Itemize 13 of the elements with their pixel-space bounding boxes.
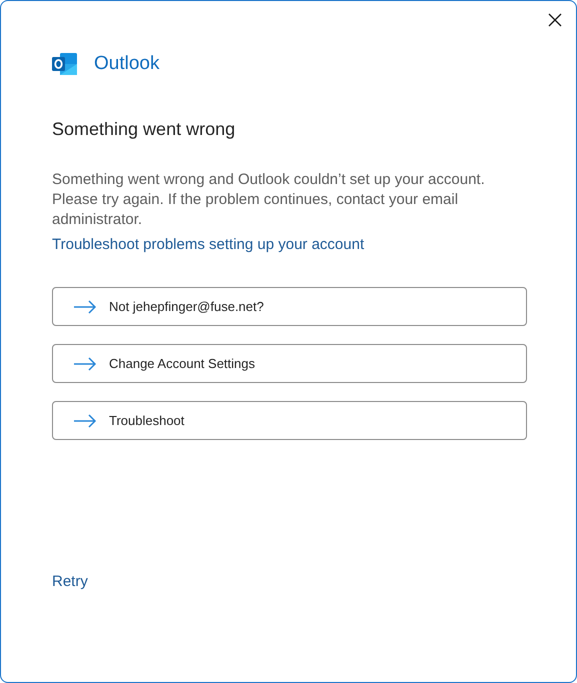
retry-link[interactable]: Retry (52, 573, 88, 590)
arrow-icon (73, 414, 97, 428)
option-button[interactable]: Troubleshoot (52, 401, 527, 440)
close-icon[interactable] (546, 11, 564, 29)
troubleshoot-link[interactable]: Troubleshoot problems setting up your account (52, 236, 364, 253)
error-message: Something went wrong and Outlook couldn’t set up your account. Please try again. If the problem continues, contact your email administrator. (52, 170, 486, 230)
dialog-heading: Something went wrong (52, 119, 236, 140)
option-button[interactable]: Not jehepfinger@fuse.net? (52, 287, 527, 326)
arrow-icon (73, 300, 97, 314)
envelope-logo-icon (52, 52, 78, 76)
arrow-icon (73, 356, 97, 370)
app-name: Outlook (94, 53, 160, 75)
option-button[interactable]: Change Account Settings (52, 344, 527, 383)
